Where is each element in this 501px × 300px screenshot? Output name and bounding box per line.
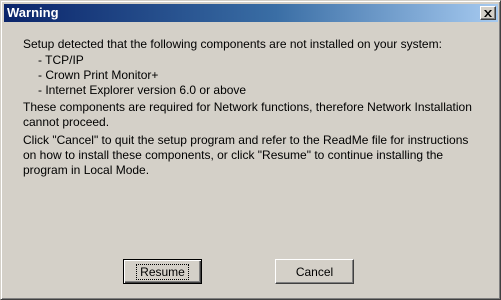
missing-components-list: - TCP/IP - Crown Print Monitor+ - Intern… (23, 53, 483, 98)
cancel-button[interactable]: Cancel (275, 259, 354, 284)
title-bar[interactable]: Warning (4, 4, 498, 22)
window-title: Warning (7, 5, 59, 20)
close-icon (484, 9, 492, 17)
list-item: - TCP/IP (38, 53, 84, 67)
cancel-button-label: Cancel (295, 264, 334, 279)
message-body: Setup detected that the following compon… (23, 37, 483, 178)
list-item: - Internet Explorer version 6.0 or above (38, 83, 247, 97)
instructions-text: Click "Cancel" to quit the setup program… (23, 133, 469, 177)
resume-button[interactable]: Resume (123, 259, 202, 284)
intro-text: Setup detected that the following compon… (23, 37, 442, 51)
warning-dialog: Warning Setup detected that the followin… (0, 0, 501, 300)
requirement-text: These components are required for Networ… (23, 100, 472, 129)
close-button[interactable] (480, 6, 496, 20)
resume-button-label: Resume (136, 263, 189, 280)
list-item: - Crown Print Monitor+ (38, 68, 159, 82)
